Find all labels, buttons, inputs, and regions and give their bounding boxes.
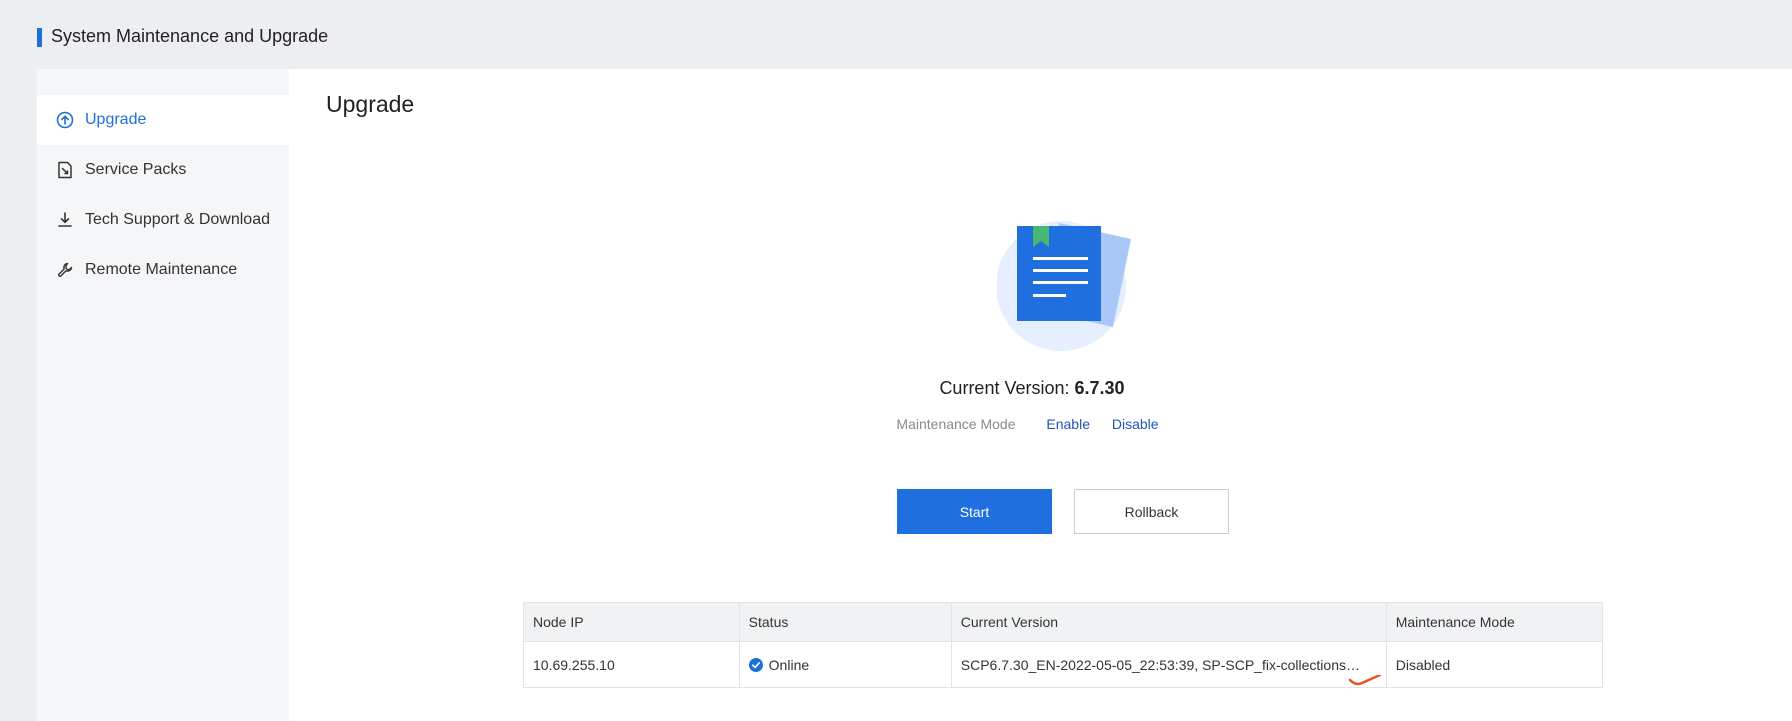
table-row[interactable]: 10.69.255.10 Online SCP6.7.30_EN-2022-05… [523,641,1604,688]
rollback-button[interactable]: Rollback [1074,489,1229,534]
cell-status: Online [738,641,952,688]
column-header-status[interactable]: Status [738,602,952,642]
current-version: Current Version: 6.7.30 [289,378,1775,399]
current-version-value: 6.7.30 [1074,378,1125,398]
sidebar-item-service-packs[interactable]: Service Packs [37,145,289,195]
disable-maintenance-link[interactable]: Disable [1112,416,1159,432]
main-content: Upgrade Current Version: 6.7.30 Maintena… [289,69,1792,721]
status-text: Online [768,656,810,673]
cell-maintenance-mode: Disabled [1385,641,1604,688]
sidebar-item-tech-support[interactable]: Tech Support & Download [37,195,289,245]
sidebar-item-label: Remote Maintenance [85,261,238,278]
table-header-row: Node IP Status Current Version Maintenan… [523,602,1604,642]
current-version-text: SCP6.7.30_EN-2022-05-05_22:53:39, SP-SCP… [960,656,1362,673]
arrow-up-circle-icon [55,110,75,130]
header-accent-bar [37,28,42,47]
column-header-maintenance-mode[interactable]: Maintenance Mode [1385,602,1604,642]
annotation-checkmark [1347,673,1387,695]
page-header-title: System Maintenance and Upgrade [51,26,329,46]
enable-maintenance-link[interactable]: Enable [1046,416,1090,432]
maintenance-mode-row: Maintenance Mode Enable Disable [289,416,1775,432]
cell-current-version: SCP6.7.30_EN-2022-05-05_22:53:39, SP-SCP… [950,641,1387,688]
sidebar-item-upgrade[interactable]: Upgrade [37,95,289,145]
cell-node-ip: 10.69.255.10 [523,641,740,688]
sidebar-item-remote-maintenance[interactable]: Remote Maintenance [37,245,289,295]
nodes-table: Node IP Status Current Version Maintenan… [523,602,1604,688]
sidebar-item-label: Upgrade [85,111,147,128]
sidebar: Upgrade Service Packs Tech Support & Dow… [37,69,289,721]
download-icon [55,210,75,230]
sidebar-item-label: Tech Support & Download [85,211,270,228]
page-header: System Maintenance and Upgrade [0,0,1792,69]
document-icon [55,160,75,180]
column-header-node-ip[interactable]: Node IP [523,602,740,642]
maintenance-mode-label: Maintenance Mode [896,416,1016,432]
sidebar-item-label: Service Packs [85,161,187,178]
column-header-current-version[interactable]: Current Version [950,602,1387,642]
document-stack-icon [996,211,1137,351]
wrench-icon [55,260,75,280]
check-circle-icon [748,657,763,672]
current-version-label: Current Version: [939,378,1070,398]
start-button[interactable]: Start [897,489,1052,534]
page-title: Upgrade [326,91,415,117]
